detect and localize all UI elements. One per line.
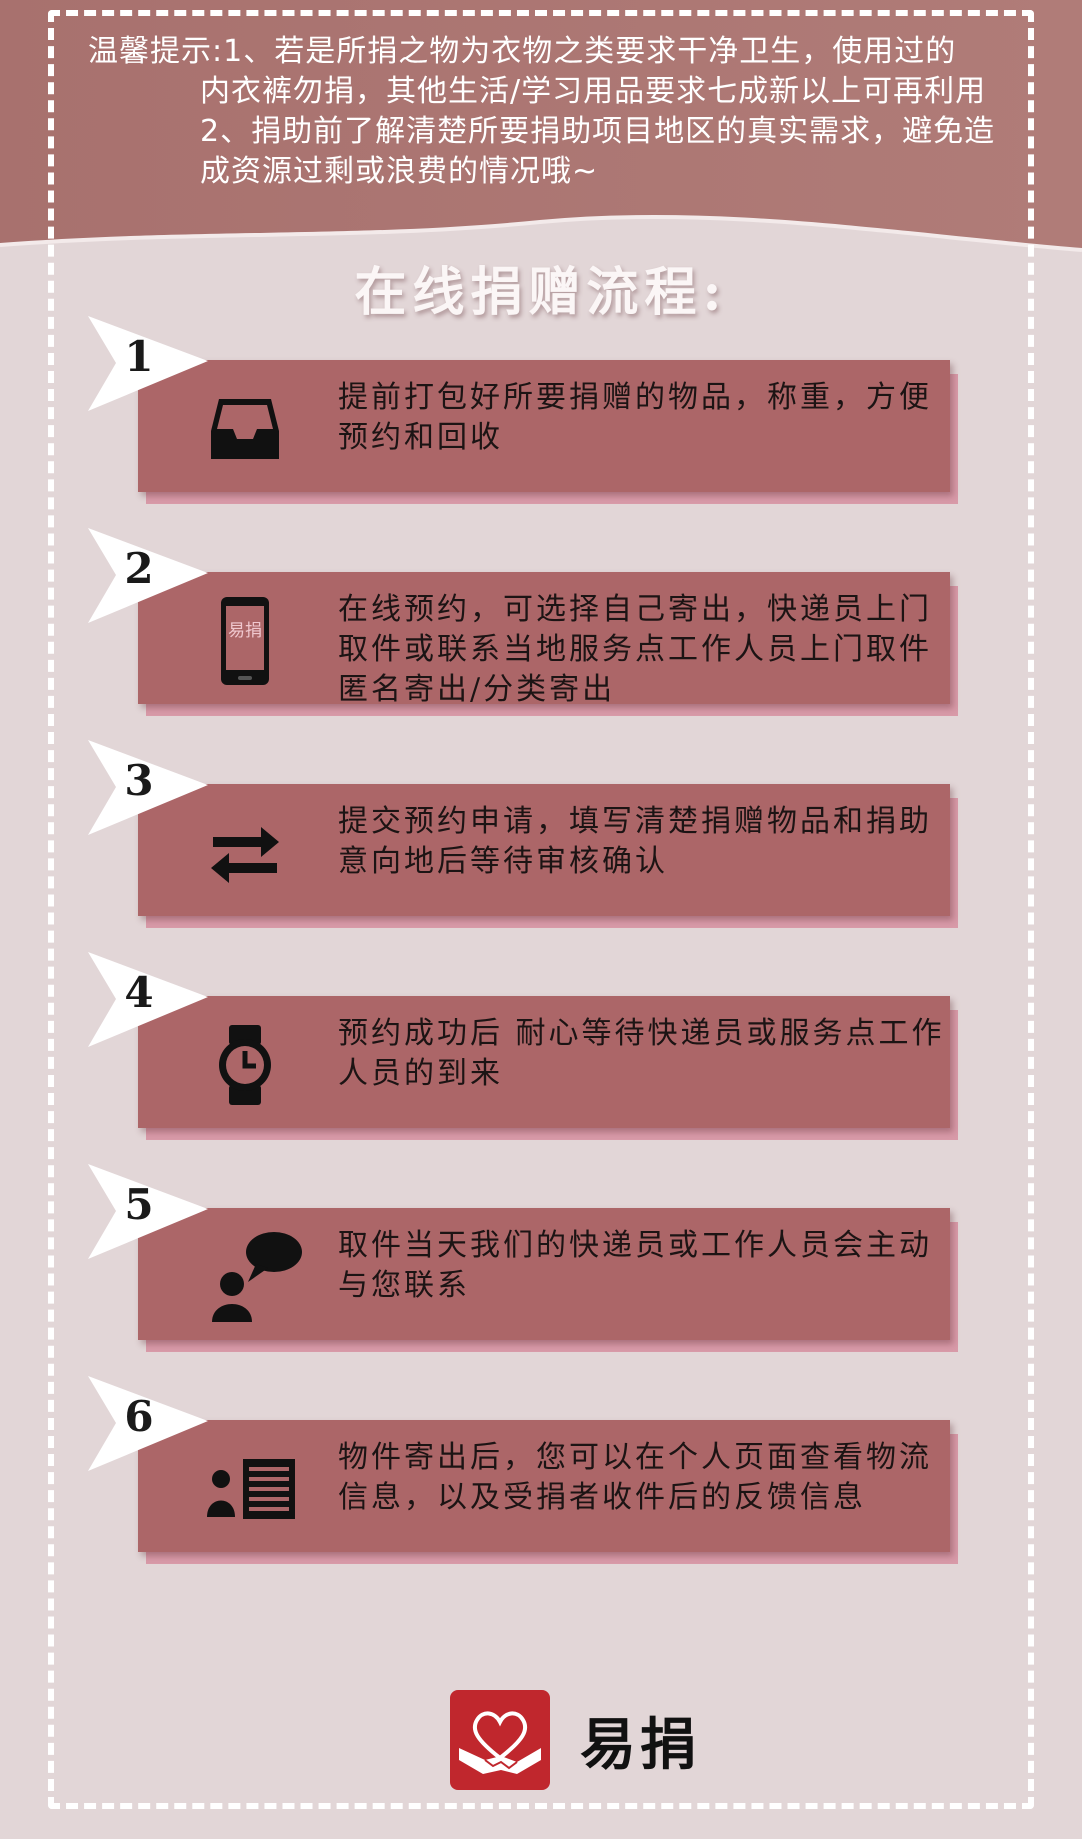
watch-icon — [200, 1020, 290, 1110]
tip-line-4: 成资源过剩或浪费的情况哦~ — [200, 154, 599, 189]
swap-arrows-icon — [200, 808, 290, 898]
page-title: 在线捐赠流程: — [354, 262, 728, 323]
heart-hands-icon — [450, 1690, 550, 1790]
step-1: 1 提前打包好所要捐赠的物品，称重，方便预约和回收 — [88, 316, 978, 506]
brand-name: 易捐 — [580, 1712, 700, 1778]
warm-tip: 温馨提示:1、若是所捐之物为衣物之类要求干净卫生，使用过的 内衣裤勿捐，其他生活… — [88, 32, 1028, 192]
tip-label: 温馨提示: — [88, 34, 224, 69]
step-text: 物件寄出后，您可以在个人页面查看物流信息，以及受捐者收件后的反馈信息 — [338, 1440, 932, 1515]
step-2: 2 易捐 在线预约，可选择自己寄出，快递员上门取件或联系当地服务点工作人员上门取… — [88, 528, 978, 718]
step-number: 3 — [124, 756, 154, 805]
step-4: 4 预约成功后 耐心等待快递员或服务点工作人员的到来 — [88, 952, 978, 1142]
logo: 易捐 — [450, 1690, 700, 1790]
phone-label: 易捐 — [228, 621, 262, 641]
step-number: 2 — [124, 544, 154, 593]
step-3: 3 提交预约申请，填写清楚捐赠物品和捐助意向地后等待审核确认 — [88, 740, 978, 930]
step-5: 5 取件当天我们的快递员或工作人员会主动与您联系 — [88, 1164, 978, 1354]
person-speech-icon — [206, 1226, 306, 1326]
step-text: 取件当天我们的快递员或工作人员会主动与您联系 — [338, 1228, 932, 1303]
inbox-tray-icon — [200, 384, 290, 474]
step-number: 4 — [124, 968, 154, 1017]
tip-line-2: 内衣裤勿捐，其他生活/学习用品要求七成新以上可再利用 — [200, 74, 987, 109]
step-number: 1 — [124, 332, 154, 381]
step-text: 提交预约申请，填写清楚捐赠物品和捐助意向地后等待审核确认 — [338, 804, 932, 879]
step-text: 预约成功后 耐心等待快递员或服务点工作人员的到来 — [338, 1016, 945, 1091]
step-number: 5 — [124, 1180, 154, 1229]
step-text: 提前打包好所要捐赠的物品，称重，方便预约和回收 — [338, 380, 932, 455]
step-number: 6 — [124, 1392, 154, 1441]
profile-list-icon — [204, 1444, 300, 1534]
tip-line-3: 2、捐助前了解清楚所要捐助项目地区的真实需求，避免造 — [200, 114, 996, 149]
step-text: 在线预约，可选择自己寄出，快递员上门取件或联系当地服务点工作人员上门取件匿名寄出… — [338, 592, 932, 707]
phone-icon: 易捐 — [200, 596, 290, 686]
step-6: 6 物件寄出后，您可以在个人页面查看物流信息，以及受捐者收件后的反馈信息 — [88, 1376, 978, 1566]
tip-line-1: 1、若是所捐之物为衣物之类要求干净卫生，使用过的 — [223, 34, 957, 69]
